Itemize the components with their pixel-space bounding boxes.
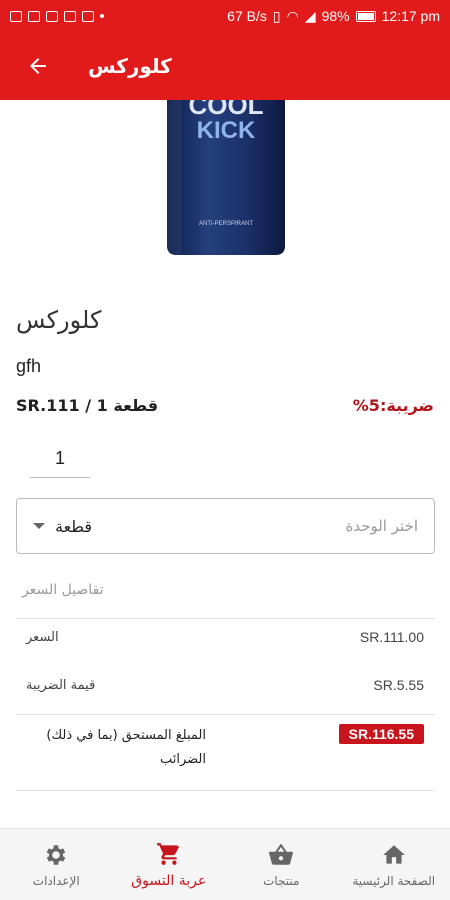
clock: 12:17 pm: [381, 8, 440, 24]
wifi-icon: ◠: [286, 7, 299, 24]
caret-down-icon: [33, 523, 45, 529]
total-amount: SR.116.55: [338, 724, 424, 744]
product-image-text-kick: KICK: [197, 117, 256, 144]
more-icon: [100, 14, 104, 18]
app-icon: [64, 10, 76, 22]
unit-selected-label: قطعة: [55, 516, 93, 536]
signal-icon: ◢: [304, 7, 316, 24]
basket-icon: [269, 843, 294, 865]
home-icon: [382, 844, 405, 864]
tax-rate: %ضريبة:5: [352, 396, 434, 415]
app-bar: كلوركس: [0, 32, 450, 100]
unit-selected: قطعة: [33, 517, 92, 536]
unit-price: قطعة 1 / SR.111: [16, 396, 159, 415]
nav-item-home[interactable]: الصفحة الرئيسية: [338, 829, 450, 900]
unit-dropdown[interactable]: قطعة اختر الوحدة: [16, 498, 435, 554]
product-image-text-sub: ANTI-PERSPIRANT: [199, 221, 253, 227]
total-label: المبلغ المستحق (بما في ذلك) الضرائب: [46, 728, 206, 767]
status-bar: 67 B/s ▯ ◠ ◢ 98% 12:17 pm: [0, 0, 450, 32]
vibrate-icon: ▯: [272, 7, 281, 24]
battery-icon: [355, 10, 376, 22]
divider: [16, 790, 435, 791]
notification-icons: [10, 10, 104, 22]
usb-icon: [28, 10, 40, 22]
quantity-input[interactable]: 1: [30, 448, 90, 478]
mail-icon: [82, 10, 94, 22]
product-image: COOL KICK ANTI-PERSPIRANT: [167, 100, 285, 255]
gear-icon: [46, 844, 66, 865]
price-details-heading: تفاصيل السعر: [22, 582, 104, 598]
nav-label-settings: الإعدادات: [32, 873, 80, 888]
nav-label-cart: عربة التسوق: [131, 872, 207, 889]
divider: [16, 618, 435, 619]
nav-label-home: الصفحة الرئيسية: [352, 873, 436, 888]
divider: [16, 714, 435, 715]
nav-label-products: منتجات: [263, 873, 300, 888]
product-description: gfh: [16, 356, 42, 376]
back-button[interactable]: [18, 46, 58, 86]
nav-item-products[interactable]: منتجات: [225, 829, 338, 900]
battery-level: 98%: [321, 8, 350, 24]
shield-icon: [46, 10, 58, 22]
unit-placeholder: اختر الوحدة: [345, 517, 418, 535]
tax-value: SR.5.55: [373, 677, 424, 693]
image-icon: [10, 10, 22, 22]
page-title: كلوركس: [88, 54, 172, 78]
network-speed: 67 B/s: [227, 8, 267, 24]
nav-item-settings[interactable]: الإعدادات: [0, 829, 113, 900]
tax-label: قيمة الضريبة: [26, 678, 96, 693]
status-indicators: 67 B/s ▯ ◠ ◢ 98% 12:17 pm: [227, 8, 440, 25]
arrow-left-icon: [30, 58, 46, 74]
nav-item-cart[interactable]: عربة التسوق: [113, 829, 226, 900]
price-label: السعر: [26, 630, 59, 645]
product-name: كلوركس: [16, 306, 102, 334]
cart-icon: [156, 842, 179, 865]
price-value: SR.111.00: [359, 629, 424, 645]
bottom-nav: الإعدادات عربة التسوق منتجات الصفحة الرئ…: [0, 828, 450, 900]
